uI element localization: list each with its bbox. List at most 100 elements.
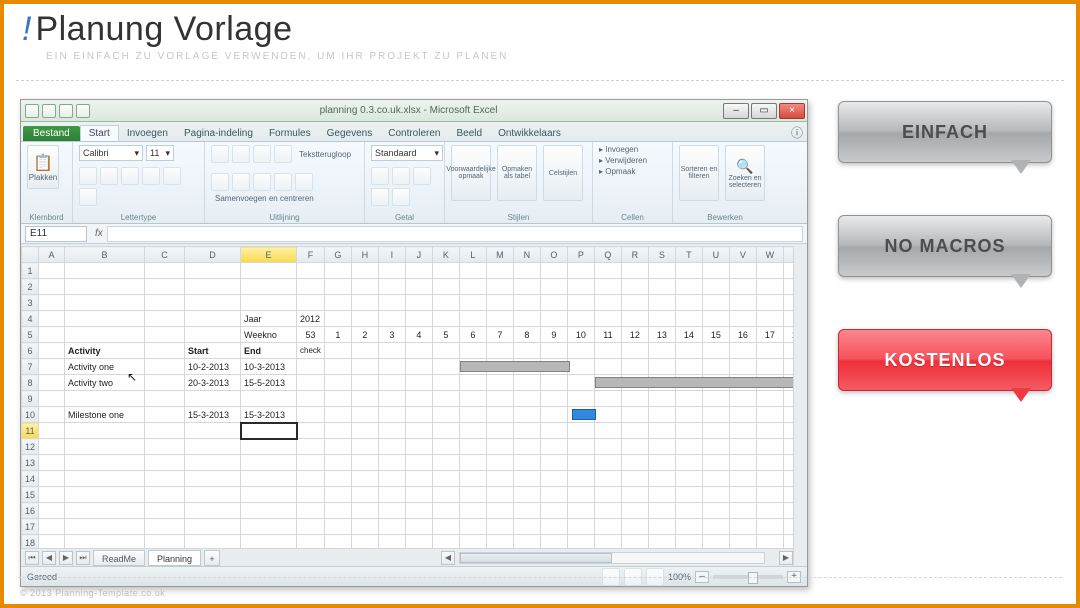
cell-I15[interactable] xyxy=(378,487,405,503)
cell-R11[interactable] xyxy=(621,423,648,439)
cell-W9[interactable] xyxy=(756,391,783,407)
cell-P12[interactable] xyxy=(567,439,594,455)
hscroll-left[interactable]: ◀ xyxy=(441,551,455,565)
cell-G15[interactable] xyxy=(324,487,351,503)
comma-button[interactable] xyxy=(413,167,431,185)
cell-U4[interactable] xyxy=(702,311,729,327)
cell-M3[interactable] xyxy=(486,295,513,311)
cell-U14[interactable] xyxy=(702,471,729,487)
merge-button[interactable]: Samenvoegen en centreren xyxy=(215,194,314,203)
cell-Q8[interactable] xyxy=(594,375,621,391)
window-maximize-button[interactable]: ▭ xyxy=(751,103,777,119)
cell-O13[interactable] xyxy=(540,455,567,471)
fx-icon[interactable]: fx xyxy=(95,228,103,239)
col-header-O[interactable]: O xyxy=(540,247,567,263)
cell-J17[interactable] xyxy=(405,519,432,535)
cell-M9[interactable] xyxy=(486,391,513,407)
align-right-button[interactable] xyxy=(253,173,271,191)
cell-D3[interactable] xyxy=(185,295,241,311)
cell-P11[interactable] xyxy=(567,423,594,439)
cell-S4[interactable] xyxy=(648,311,675,327)
paste-button[interactable]: 📋 Plakken xyxy=(27,145,59,189)
cell-H11[interactable] xyxy=(351,423,378,439)
cell-Q5[interactable]: 11 xyxy=(594,327,621,343)
number-format-select[interactable]: Standaard▾ xyxy=(371,145,443,161)
row-header-6[interactable]: 6 xyxy=(22,343,39,359)
cell-D5[interactable] xyxy=(185,327,241,343)
cell-A3[interactable] xyxy=(39,295,65,311)
cell-N10[interactable] xyxy=(513,407,540,423)
cell-F5[interactable]: 53 xyxy=(297,327,325,343)
cell-V11[interactable] xyxy=(729,423,756,439)
cell-F7[interactable] xyxy=(297,359,325,375)
cell-U9[interactable] xyxy=(702,391,729,407)
col-header-S[interactable]: S xyxy=(648,247,675,263)
cell-M4[interactable] xyxy=(486,311,513,327)
cell-I3[interactable] xyxy=(378,295,405,311)
format-table-button[interactable]: Opmaken als tabel xyxy=(497,145,537,201)
spreadsheet-grid[interactable]: ABCDEFGHIJKLMNOPQRSTUVWXYZAA1234Jaar2012… xyxy=(21,246,807,566)
cell-N16[interactable] xyxy=(513,503,540,519)
ribbon-tab-controleren[interactable]: Controleren xyxy=(380,126,448,141)
cell-C11[interactable] xyxy=(145,423,185,439)
cell-C2[interactable] xyxy=(145,279,185,295)
cell-T4[interactable] xyxy=(675,311,702,327)
cell-N4[interactable] xyxy=(513,311,540,327)
cell-A6[interactable] xyxy=(39,343,65,359)
cell-C16[interactable] xyxy=(145,503,185,519)
cell-I5[interactable]: 3 xyxy=(378,327,405,343)
cell-L13[interactable] xyxy=(459,455,486,471)
name-box[interactable]: E11 xyxy=(25,226,87,242)
sheet-nav-prev[interactable]: ◀ xyxy=(42,551,56,565)
cell-N1[interactable] xyxy=(513,263,540,279)
cell-H8[interactable] xyxy=(351,375,378,391)
cell-S14[interactable] xyxy=(648,471,675,487)
ribbon-tab-start[interactable]: Start xyxy=(80,125,119,141)
cell-J11[interactable] xyxy=(405,423,432,439)
cell-K6[interactable] xyxy=(432,343,459,359)
cell-B8[interactable]: Activity two xyxy=(65,375,145,391)
cell-D16[interactable] xyxy=(185,503,241,519)
indent-inc-button[interactable] xyxy=(295,173,313,191)
col-header-F[interactable]: F xyxy=(297,247,325,263)
cell-O10[interactable] xyxy=(540,407,567,423)
col-header-B[interactable]: B xyxy=(65,247,145,263)
cell-M15[interactable] xyxy=(486,487,513,503)
cell-M14[interactable] xyxy=(486,471,513,487)
cell-N13[interactable] xyxy=(513,455,540,471)
col-header-P[interactable]: P xyxy=(567,247,594,263)
cell-W16[interactable] xyxy=(756,503,783,519)
cell-V6[interactable] xyxy=(729,343,756,359)
cell-E17[interactable] xyxy=(241,519,297,535)
cell-L17[interactable] xyxy=(459,519,486,535)
ribbon-tab-beeld[interactable]: Beeld xyxy=(448,126,490,141)
align-bot-button[interactable] xyxy=(253,145,271,163)
fill-color-button[interactable] xyxy=(163,167,181,185)
cell-D4[interactable] xyxy=(185,311,241,327)
cell-T7[interactable] xyxy=(675,359,702,375)
cell-L1[interactable] xyxy=(459,263,486,279)
col-header-R[interactable]: R xyxy=(621,247,648,263)
cell-P2[interactable] xyxy=(567,279,594,295)
cell-O9[interactable] xyxy=(540,391,567,407)
cell-V10[interactable] xyxy=(729,407,756,423)
cell-B14[interactable] xyxy=(65,471,145,487)
cell-A13[interactable] xyxy=(39,455,65,471)
cell-R16[interactable] xyxy=(621,503,648,519)
cell-S5[interactable]: 13 xyxy=(648,327,675,343)
row-header-11[interactable]: 11 xyxy=(22,423,39,439)
cell-M10[interactable] xyxy=(486,407,513,423)
cell-K15[interactable] xyxy=(432,487,459,503)
cell-Q4[interactable] xyxy=(594,311,621,327)
cell-F12[interactable] xyxy=(297,439,325,455)
formula-input[interactable] xyxy=(107,226,803,242)
cell-M12[interactable] xyxy=(486,439,513,455)
cell-C9[interactable] xyxy=(145,391,185,407)
col-header-I[interactable]: I xyxy=(378,247,405,263)
cell-W3[interactable] xyxy=(756,295,783,311)
cell-H3[interactable] xyxy=(351,295,378,311)
cell-H9[interactable] xyxy=(351,391,378,407)
promo-free-button[interactable]: KOSTENLOS xyxy=(838,329,1052,391)
window-close-button[interactable]: × xyxy=(779,103,805,119)
cell-R5[interactable]: 12 xyxy=(621,327,648,343)
